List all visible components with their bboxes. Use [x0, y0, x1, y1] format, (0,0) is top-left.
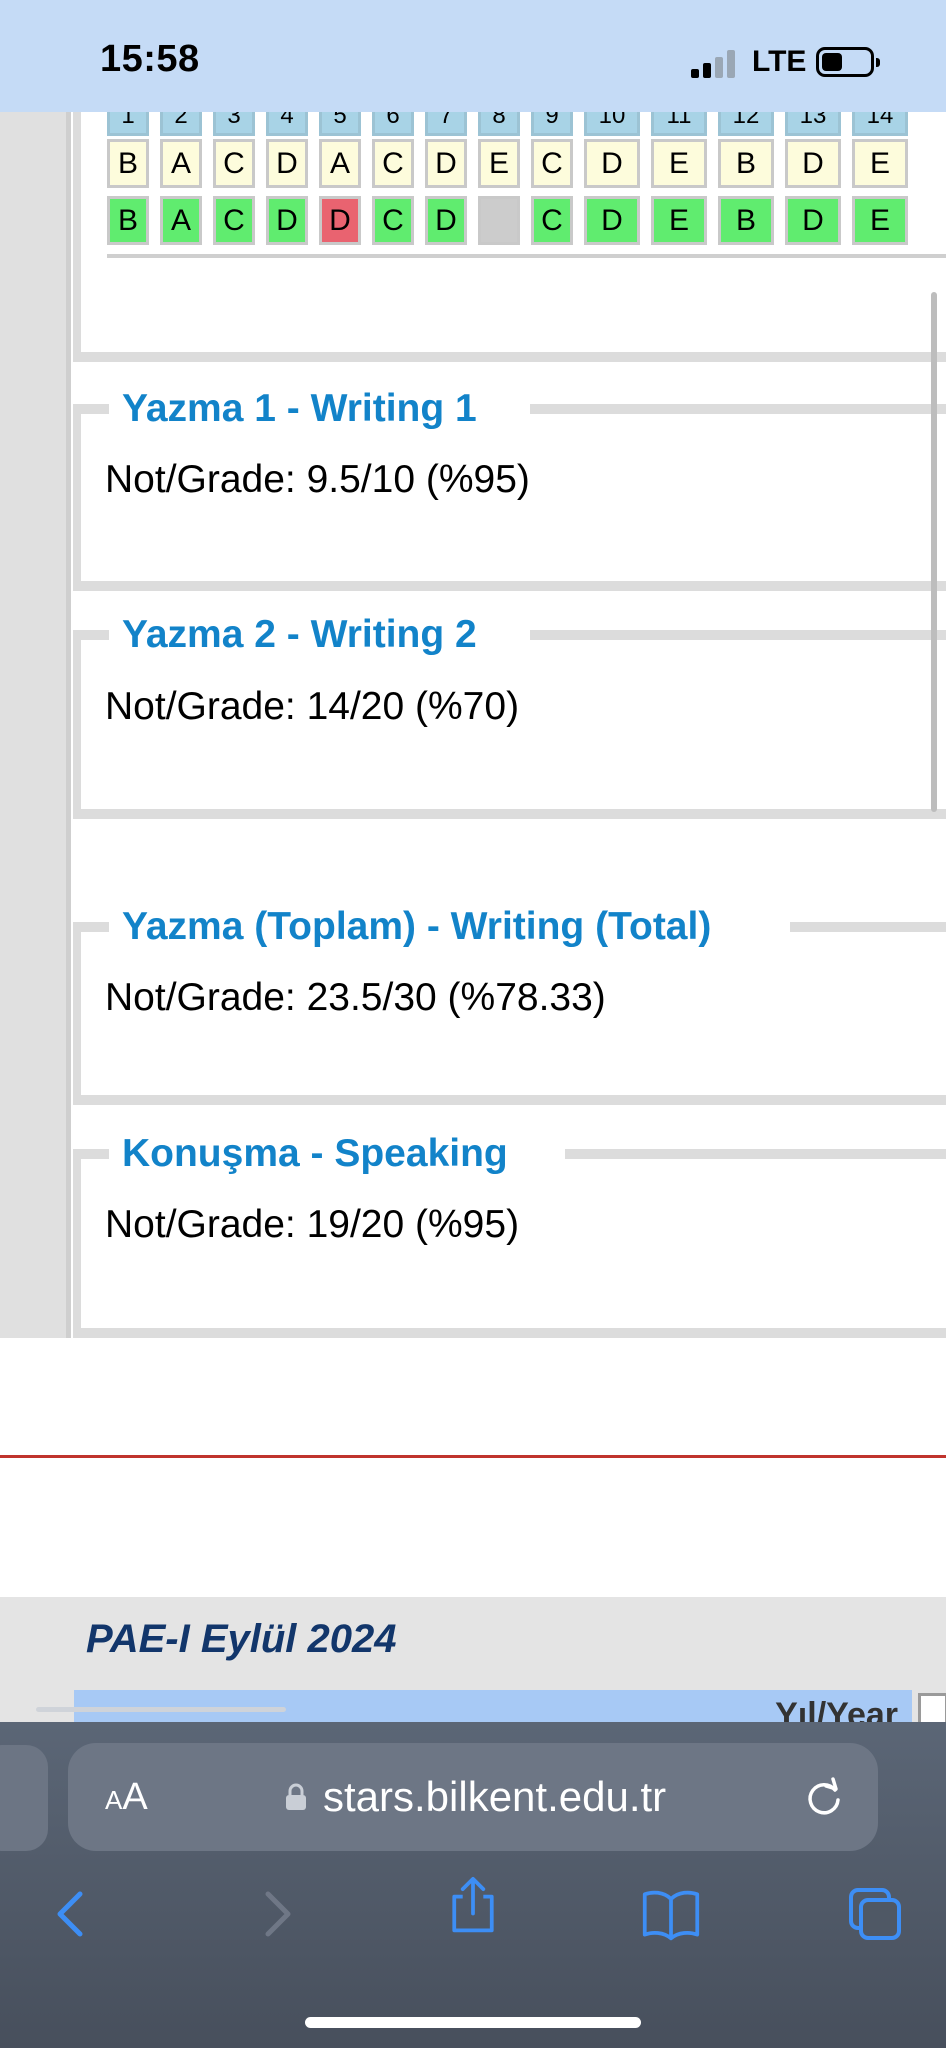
fieldset-border: [73, 922, 109, 932]
fieldset-border: [565, 1149, 946, 1159]
speaking-grade: Not/Grade: 19/20 (%95): [105, 1203, 520, 1246]
network-type: LTE: [752, 45, 807, 78]
bookmarks-icon[interactable]: [641, 1884, 701, 1944]
signal-bars-icon: [691, 48, 737, 78]
url-text[interactable]: stars.bilkent.edu.tr: [323, 1773, 666, 1821]
page-left-margin: [0, 112, 66, 1338]
writing-1-title: Yazma 1 - Writing 1: [110, 387, 489, 431]
fieldset-border: [73, 630, 109, 640]
reload-icon[interactable]: [802, 1776, 846, 1820]
fieldset-border: [790, 922, 946, 932]
lock-icon: [286, 1783, 306, 1810]
battery-icon: [816, 47, 880, 77]
share-icon[interactable]: [443, 1876, 503, 1936]
writing-total-title: Yazma (Toplam) - Writing (Total): [110, 905, 724, 949]
fieldset-border: [73, 1149, 109, 1159]
writing-1-grade: Not/Grade: 9.5/10 (%95): [105, 458, 530, 501]
back-icon[interactable]: [42, 1884, 102, 1944]
text-size-button[interactable]: AA: [105, 1776, 148, 1819]
tabs-icon[interactable]: [845, 1884, 905, 1944]
fieldset-border: [530, 630, 946, 640]
writing-2-title: Yazma 2 - Writing 2: [110, 613, 489, 657]
section-divider: [0, 1455, 946, 1458]
writing-total-grade: Not/Grade: 23.5/30 (%78.33): [105, 976, 606, 1019]
status-time: 15:58: [100, 38, 200, 80]
home-indicator[interactable]: [305, 2017, 641, 2028]
status-bar: 15:58 LTE: [0, 0, 946, 112]
scroll-indicator[interactable]: [931, 292, 937, 812]
writing-2-grade: Not/Grade: 14/20 (%70): [105, 685, 520, 728]
fieldset-border: [73, 404, 109, 414]
previous-tab-preview[interactable]: [0, 1745, 48, 1851]
fieldset-border: [530, 404, 946, 414]
page-left-border: [66, 112, 71, 1338]
forward-icon[interactable]: [246, 1884, 306, 1944]
speaking-title: Konuşma - Speaking: [110, 1132, 520, 1176]
reading-panel: [73, 112, 946, 362]
horizontal-scroll-indicator: [36, 1707, 286, 1712]
next-exam-title: PAE-I Eylül 2024: [86, 1617, 397, 1661]
